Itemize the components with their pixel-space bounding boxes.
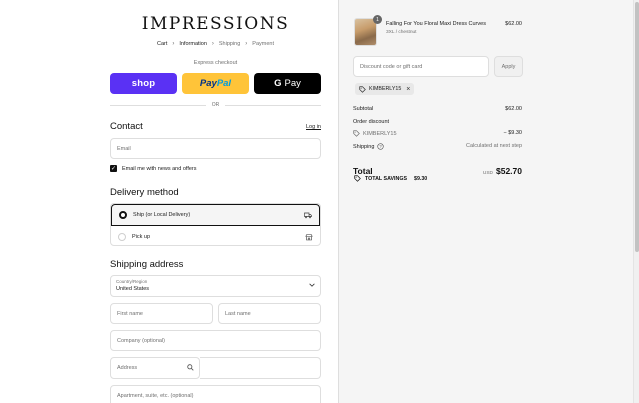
shipping-label: Shipping	[353, 143, 375, 150]
radio-unselected[interactable]	[118, 232, 126, 241]
shipping-address-heading: Shipping address	[110, 259, 184, 270]
order-discount-row: Order discount	[353, 119, 522, 125]
radio-selected[interactable]	[119, 211, 127, 219]
shipping-value: Calculated at next step	[466, 143, 522, 149]
address-field-extension[interactable]	[200, 357, 321, 379]
order-discount-label: Order discount	[353, 119, 390, 125]
chevron-right-icon: ›	[172, 41, 175, 47]
total-savings-row: TOTAL SAVINGS $9.30	[354, 175, 427, 182]
subtotal-value: $62.00	[505, 106, 522, 112]
applied-code-label: KIMBERLY15	[369, 86, 402, 92]
scrollbar-thumb[interactable]	[635, 2, 639, 252]
product-name: Falling For You Floral Maxi Dress Curves	[386, 21, 486, 27]
savings-label: TOTAL SAVINGS	[365, 175, 407, 182]
breadcrumb: Cart › Information › Shipping › Payment	[110, 41, 321, 47]
newsletter-checkbox-row[interactable]: ✓ Email me with news and offers	[110, 165, 197, 172]
country-select-label: Country/Region	[116, 279, 148, 284]
delivery-option-label: Ship (or Local Delivery)	[133, 212, 191, 218]
product-variant: 3XL / chestnut	[386, 30, 417, 35]
google-g-icon: G	[274, 78, 282, 89]
company-field[interactable]: Company (optional)	[110, 330, 321, 351]
quantity-badge: 1	[373, 15, 382, 24]
discount-value: − $9.30	[503, 130, 522, 136]
paypal-pay-label: Pay	[199, 78, 217, 89]
divider-line	[110, 104, 206, 106]
delivery-method-heading: Delivery method	[110, 187, 179, 198]
divider-line	[225, 104, 321, 106]
breadcrumb-information: Information	[179, 41, 207, 47]
discount-code-input[interactable]: Discount code or gift card	[353, 56, 489, 77]
product-price: $62.00	[505, 21, 522, 27]
country-select-value: United States	[116, 286, 150, 292]
shop-pay-label: shop	[131, 78, 156, 89]
apartment-field[interactable]: Apartment, suite, etc. (optional)	[110, 385, 321, 403]
chevron-right-icon: ›	[245, 41, 248, 47]
delivery-option-label: Pick up	[132, 233, 151, 240]
login-link[interactable]: Log in	[306, 124, 321, 130]
tag-icon	[353, 130, 360, 137]
total-value: $52.70	[496, 166, 522, 176]
shipping-label-group: Shipping ?	[353, 143, 385, 150]
first-name-field[interactable]: First name	[110, 303, 213, 324]
gpay-label: Pay	[284, 78, 301, 89]
company-placeholder: Company (optional)	[117, 337, 165, 344]
shipping-row: Shipping ? Calculated at next step	[353, 143, 522, 150]
brand-logo[interactable]: IMPRESSIONS	[110, 14, 321, 34]
email-field[interactable]: Email	[110, 138, 321, 159]
svg-text:?: ?	[380, 144, 383, 149]
info-icon[interactable]: ?	[377, 143, 385, 150]
remove-discount-icon[interactable]: ×	[406, 86, 410, 93]
tag-icon	[354, 175, 361, 182]
delivery-option-ship[interactable]: Ship (or Local Delivery)	[111, 204, 320, 226]
email-placeholder: Email	[117, 145, 131, 152]
total-currency: USD	[482, 171, 493, 176]
checkout-main: IMPRESSIONS Cart › Information › Shippin…	[0, 0, 338, 403]
last-name-placeholder: Last name	[225, 310, 251, 317]
breadcrumb-cart[interactable]: Cart	[157, 41, 167, 47]
last-name-field[interactable]: Last name	[218, 303, 321, 324]
paypal-button[interactable]: Pay Pal	[182, 73, 249, 94]
discount-placeholder: Discount code or gift card	[360, 63, 423, 70]
or-label: OR	[211, 102, 220, 108]
or-divider: OR	[110, 101, 321, 109]
delivery-option-pickup[interactable]: Pick up	[111, 226, 320, 245]
page-scrollbar[interactable]	[633, 0, 639, 403]
newsletter-checkbox[interactable]: ✓	[110, 165, 117, 172]
first-name-placeholder: First name	[117, 310, 143, 317]
express-checkout-label: Express checkout	[193, 60, 238, 66]
truck-icon	[304, 212, 312, 219]
apartment-placeholder: Apartment, suite, etc. (optional)	[117, 393, 194, 399]
chevron-right-icon: ›	[211, 41, 214, 47]
tag-icon	[359, 85, 366, 93]
chevron-down-icon	[309, 283, 315, 287]
discount-code-label: KIMBERLY15	[363, 130, 397, 137]
shop-pay-button[interactable]: shop	[110, 73, 177, 94]
discount-code-row: KIMBERLY15 − $9.30	[353, 130, 522, 137]
savings-value: $9.30	[414, 175, 428, 182]
contact-heading: Contact	[110, 121, 143, 132]
search-icon[interactable]	[187, 364, 194, 371]
subtotal-label: Subtotal	[353, 106, 374, 112]
store-icon	[305, 233, 313, 240]
breadcrumb-shipping: Shipping	[218, 41, 241, 47]
paypal-pal-label: Pal	[216, 78, 232, 89]
breadcrumb-payment: Payment	[252, 41, 275, 47]
apply-button[interactable]: Apply	[494, 56, 523, 77]
delivery-options: Ship (or Local Delivery) Pick up	[110, 203, 321, 246]
discount-code: KIMBERLY15	[353, 130, 397, 137]
applied-discount-chip: KIMBERLY15 ×	[355, 83, 415, 95]
subtotal-row: Subtotal $62.00	[353, 106, 522, 112]
google-pay-button[interactable]: G Pay	[254, 73, 321, 94]
address-placeholder: Address	[117, 365, 138, 371]
newsletter-label: Email me with news and offers	[122, 165, 197, 172]
